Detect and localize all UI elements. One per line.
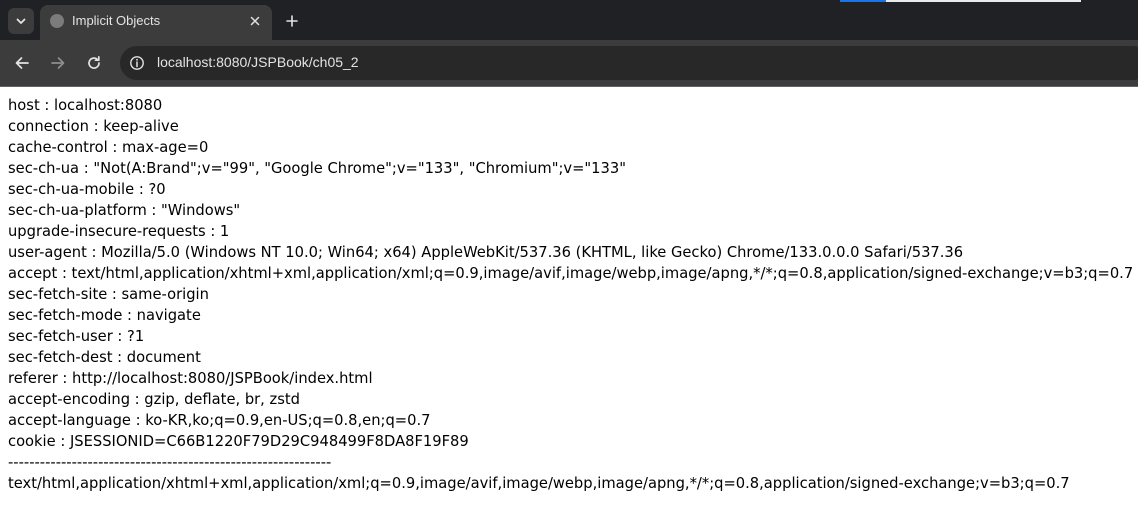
- browser-toolbar: localhost:8080/JSPBook/ch05_2: [0, 40, 1138, 86]
- window-accent-bar-light: [886, 0, 1081, 2]
- close-icon: [250, 16, 260, 26]
- arrow-left-icon: [15, 57, 29, 69]
- header-line: accept : text/html,application/xhtml+xml…: [8, 265, 1134, 282]
- reload-button[interactable]: [81, 50, 107, 76]
- header-line: upgrade-insecure-requests : 1: [8, 223, 230, 240]
- header-line: sec-fetch-dest : document: [8, 349, 201, 366]
- header-line: connection : keep-alive: [8, 118, 179, 135]
- header-line: host : localhost:8080: [8, 97, 163, 114]
- header-line: accept-language : ko-KR,ko;q=0.9,en-US;q…: [8, 412, 431, 429]
- header-line: sec-fetch-mode : navigate: [8, 307, 201, 324]
- arrow-right-icon: [51, 57, 65, 69]
- header-line: sec-ch-ua-mobile : ?0: [8, 181, 166, 198]
- site-info-button[interactable]: [128, 54, 146, 72]
- header-line: cache-control : max-age=0: [8, 139, 209, 156]
- tab-title: Implicit Objects: [72, 13, 161, 28]
- tab-active[interactable]: Implicit Objects: [40, 5, 272, 40]
- header-line: sec-ch-ua : "Not(A:Brand";v="99", "Googl…: [8, 160, 626, 177]
- new-tab-button[interactable]: [280, 9, 304, 33]
- globe-icon: [50, 14, 64, 28]
- reload-icon: [88, 55, 100, 69]
- header-line: sec-fetch-site : same-origin: [8, 286, 209, 303]
- chevron-down-icon: [16, 18, 26, 24]
- back-button[interactable]: [9, 50, 35, 76]
- toolbar-divider: [0, 86, 1138, 87]
- browser-tabstrip: Implicit Objects: [0, 0, 1138, 40]
- header-line: sec-ch-ua-platform : "Windows": [8, 202, 241, 219]
- header-line: referer : http://localhost:8080/JSPBook/…: [8, 370, 373, 387]
- url-text[interactable]: localhost:8080/JSPBook/ch05_2: [157, 54, 359, 70]
- window-accent-bar: [840, 0, 886, 2]
- header-line: cookie : JSESSIONID=C66B1220F79D29C94849…: [8, 433, 469, 450]
- info-icon: [130, 56, 144, 70]
- plus-icon: [286, 15, 298, 27]
- header-line: user-agent : Mozilla/5.0 (Windows NT 10.…: [8, 244, 964, 261]
- separator-line: ----------------------------------------…: [8, 454, 332, 471]
- page-content: host : localhost:8080 connection : keep-…: [8, 95, 1133, 494]
- header-line: sec-fetch-user : ?1: [8, 328, 145, 345]
- forward-button[interactable]: [45, 50, 71, 76]
- header-line: accept-encoding : gzip, deflate, br, zst…: [8, 391, 300, 408]
- accept-value-line: text/html,application/xhtml+xml,applicat…: [8, 475, 1070, 492]
- address-bar[interactable]: localhost:8080/JSPBook/ch05_2: [120, 46, 1138, 80]
- tab-close-button[interactable]: [246, 12, 264, 30]
- tab-search-button[interactable]: [8, 8, 34, 34]
